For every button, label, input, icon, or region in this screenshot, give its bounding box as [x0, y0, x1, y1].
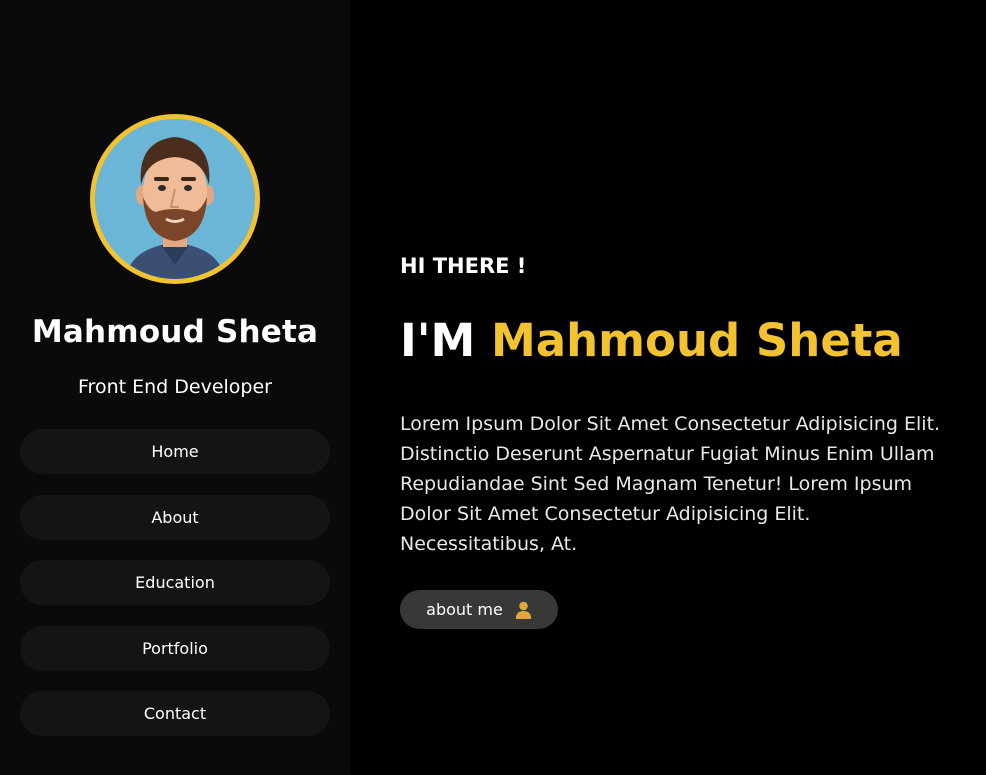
headline-name: Mahmoud Sheta — [490, 314, 903, 367]
profile-role: Front End Developer — [78, 376, 272, 398]
hero-greeting: HI THERE ! — [400, 254, 527, 278]
user-icon — [515, 601, 532, 619]
hero-headline: I'M Mahmoud Sheta — [400, 312, 903, 370]
nav-item-about[interactable]: About — [20, 494, 330, 540]
sidebar-nav: Home About Education Portfolio Contact — [20, 429, 330, 757]
about-me-button-label: about me — [426, 600, 503, 619]
sidebar: Mahmoud Sheta Front End Developer Home A… — [0, 0, 350, 775]
nav-item-education[interactable]: Education — [20, 560, 330, 605]
nav-item-home[interactable]: Home — [20, 429, 330, 474]
avatar-portrait — [95, 119, 255, 279]
profile-name: Mahmoud Sheta — [31, 314, 319, 350]
about-me-button[interactable]: about me — [400, 590, 558, 629]
avatar — [90, 114, 260, 284]
headline-prefix: I'M — [400, 314, 476, 367]
nav-item-portfolio[interactable]: Portfolio — [20, 625, 330, 671]
nav-item-contact[interactable]: Contact — [20, 691, 330, 736]
hero-bio: Lorem Ipsum Dolor Sit Amet Consectetur A… — [400, 413, 941, 555]
page: Mahmoud Sheta Front End Developer Home A… — [0, 0, 986, 775]
